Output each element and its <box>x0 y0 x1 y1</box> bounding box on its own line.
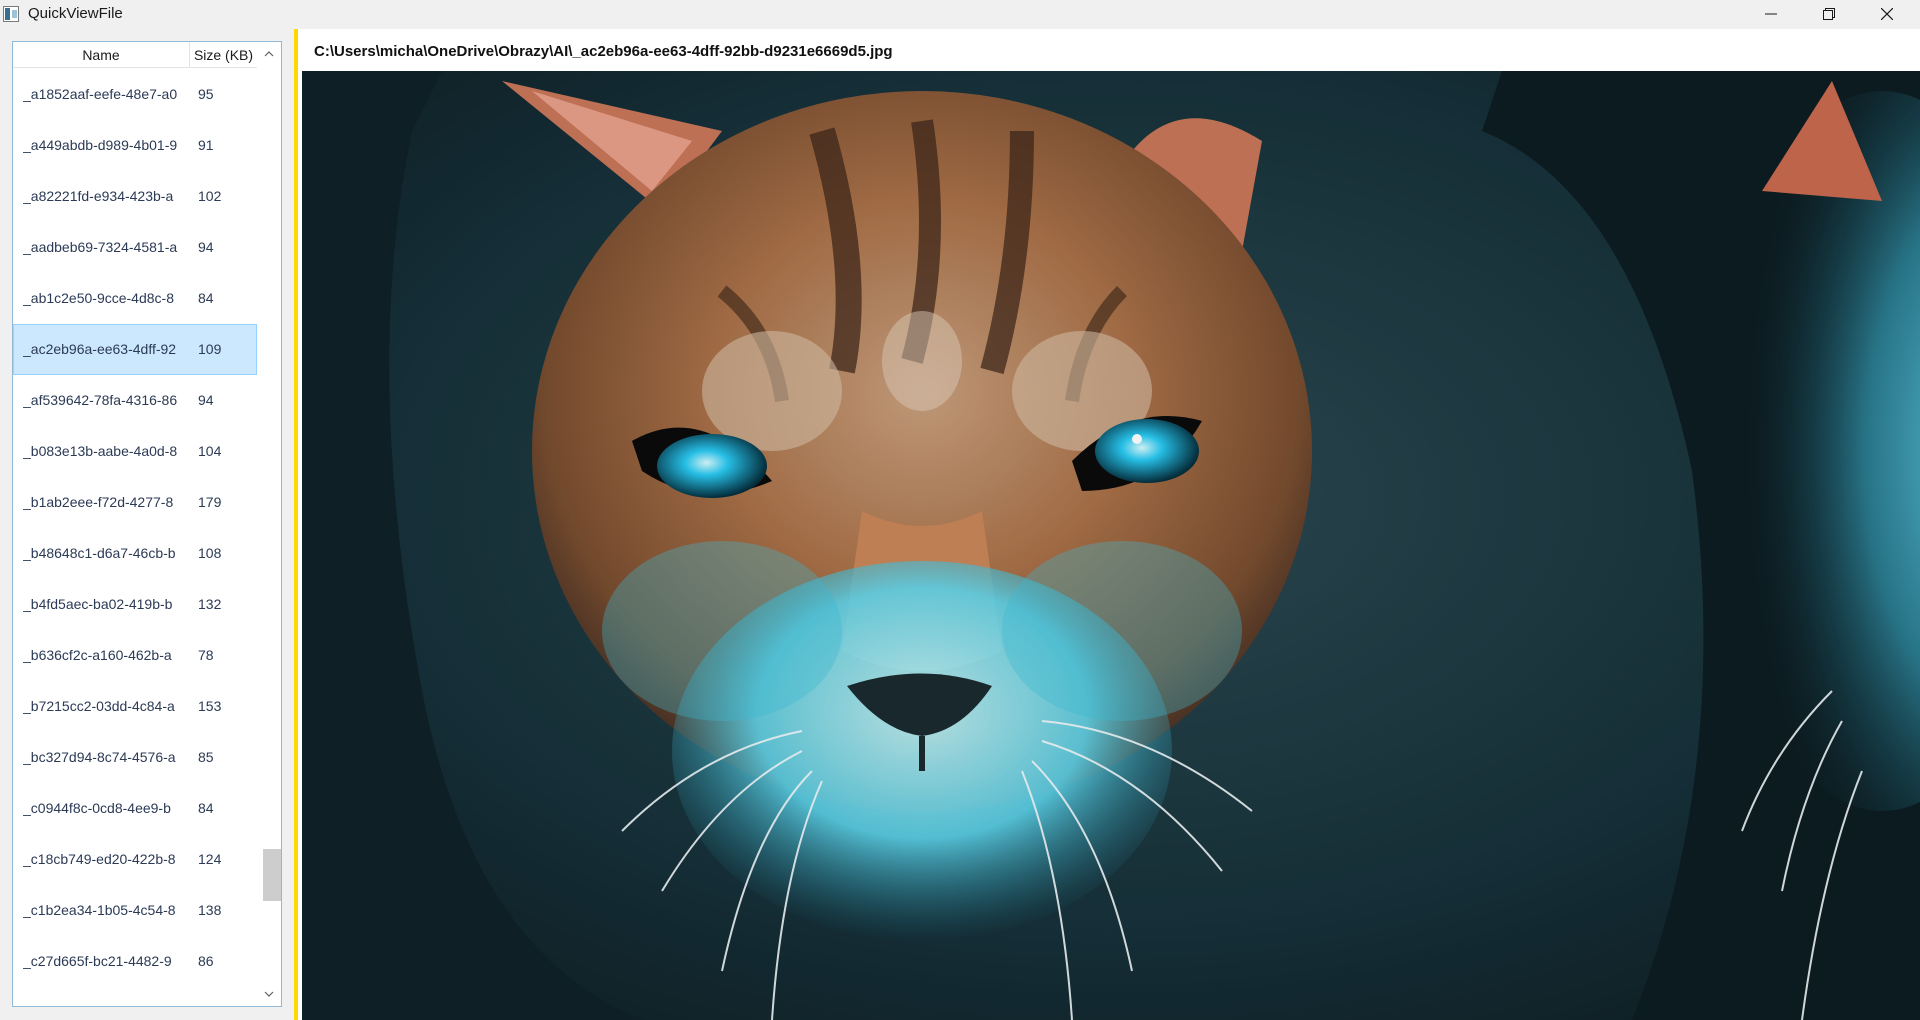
file-path-label: C:\Users\micha\OneDrive\Obrazy\AI\_ac2eb… <box>314 43 893 60</box>
file-size-cell: 153 <box>198 698 222 714</box>
file-name-cell: _a82221fd-e934-423b-a <box>23 188 174 204</box>
file-name-cell: _b636cf2c-a160-462b-a <box>23 647 172 663</box>
file-name-cell: _a1852aaf-eefe-48e7-a0 <box>23 86 178 102</box>
restore-button[interactable] <box>1800 0 1858 29</box>
file-name-cell: _b4fd5aec-ba02-419b-b <box>23 596 173 612</box>
file-name-cell: _c18cb749-ed20-422b-8 <box>23 851 176 867</box>
file-row-selected[interactable]: _ac2eb96a-ee63-4dff-92 109 <box>13 324 257 375</box>
file-size-cell: 84 <box>198 290 214 306</box>
file-row[interactable]: _a1852aaf-eefe-48e7-a0 95 <box>13 69 257 120</box>
file-size-cell: 138 <box>198 902 222 918</box>
file-list-rows: _a1852aaf-eefe-48e7-a0 95 _a449abdb-d989-4… <box>13 69 257 1005</box>
file-size-cell: 91 <box>198 137 214 153</box>
file-size-cell: 104 <box>198 443 222 459</box>
file-name-cell: _aadbeb69-7324-4581-a <box>23 239 178 255</box>
file-size-cell: 102 <box>198 188 222 204</box>
file-row[interactable]: _b1ab2eee-f72d-4277-8 179 <box>13 477 257 528</box>
preview-panel: C:\Users\micha\OneDrive\Obrazy\AI\_ac2eb… <box>298 29 1920 1020</box>
scroll-up-button[interactable] <box>257 42 281 66</box>
file-list[interactable]: Name Size (KB) _a1852aaf-eefe-48e7-a0 95 _… <box>12 41 282 1007</box>
file-row[interactable]: _a82221fd-e934-423b-a 102 <box>13 171 257 222</box>
app-icon <box>3 6 19 22</box>
file-row[interactable]: _ab1c2e50-9cce-4d8c-8 84 <box>13 273 257 324</box>
file-name-cell: _b7215cc2-03dd-4c84-a <box>23 698 175 714</box>
minimize-button[interactable] <box>1742 0 1800 29</box>
file-size-cell: 85 <box>198 749 214 765</box>
image-preview <box>302 71 1920 1020</box>
file-row[interactable]: _bc327d94-8c74-4576-a 85 <box>13 732 257 783</box>
file-size-cell: 84 <box>198 800 214 816</box>
file-name-cell: _ab1c2e50-9cce-4d8c-8 <box>23 290 174 306</box>
scroll-down-button[interactable] <box>257 982 281 1006</box>
file-size-cell: 108 <box>198 545 222 561</box>
file-row[interactable]: _b083e13b-aabe-4a0d-8 104 <box>13 426 257 477</box>
restore-icon <box>1823 8 1835 20</box>
window-title: QuickViewFile <box>28 5 123 22</box>
column-header-name[interactable]: Name <box>13 42 190 68</box>
file-name-cell: _a449abdb-d989-4b01-9 <box>23 137 178 153</box>
file-row[interactable]: _b4fd5aec-ba02-419b-b 132 <box>13 579 257 630</box>
file-name-cell: _b48648c1-d6a7-46cb-b <box>23 545 176 561</box>
file-size-cell: 109 <box>198 341 222 357</box>
file-row[interactable]: _c27d665f-bc21-4482-9 86 <box>13 936 257 987</box>
file-name-cell: _bc327d94-8c74-4576-a <box>23 749 176 765</box>
file-name-cell: _c1b2ea34-1b05-4c54-8 <box>23 902 176 918</box>
file-size-cell: 124 <box>198 851 222 867</box>
file-name-cell: _b083e13b-aabe-4a0d-8 <box>23 443 178 459</box>
chevron-up-icon <box>264 51 274 57</box>
file-row[interactable]: _a449abdb-d989-4b01-9 91 <box>13 120 257 171</box>
file-name-cell: _af539642-78fa-4316-86 <box>23 392 178 408</box>
chevron-down-icon <box>264 991 274 997</box>
file-size-cell: 94 <box>198 239 214 255</box>
file-row[interactable]: _af539642-78fa-4316-86 94 <box>13 375 257 426</box>
close-icon <box>1881 8 1893 20</box>
file-size-cell: 94 <box>198 392 214 408</box>
cat-image <box>302 71 1920 1020</box>
scrollbar-thumb[interactable] <box>263 849 281 901</box>
file-name-cell: _c27d665f-bc21-4482-9 <box>23 953 172 969</box>
file-size-cell: 179 <box>198 494 222 510</box>
file-size-cell: 78 <box>198 647 214 663</box>
file-name-cell: _c0944f8c-0cd8-4ee9-b <box>23 800 171 816</box>
file-row[interactable]: _aadbeb69-7324-4581-a 94 <box>13 222 257 273</box>
column-header-size[interactable]: Size (KB) <box>190 42 257 68</box>
file-row[interactable]: _c1b2ea34-1b05-4c54-8 138 <box>13 885 257 936</box>
file-size-cell: 95 <box>198 86 214 102</box>
minimize-icon <box>1765 13 1777 15</box>
title-bar: QuickViewFile <box>0 0 1920 29</box>
file-row[interactable]: _c18cb749-ed20-422b-8 124 <box>13 834 257 885</box>
file-name-cell: _b1ab2eee-f72d-4277-8 <box>23 494 174 510</box>
file-row[interactable]: _c0944f8c-0cd8-4ee9-b 84 <box>13 783 257 834</box>
file-row[interactable]: _b636cf2c-a160-462b-a 78 <box>13 630 257 681</box>
file-list-header: Name Size (KB) <box>13 42 257 68</box>
file-list-scrollbar[interactable] <box>257 42 281 1006</box>
file-name-cell: _ac2eb96a-ee63-4dff-92 <box>23 341 177 357</box>
file-row[interactable]: _b48648c1-d6a7-46cb-b 108 <box>13 528 257 579</box>
file-size-cell: 132 <box>198 596 222 612</box>
file-size-cell: 86 <box>198 953 214 969</box>
file-row[interactable]: _b7215cc2-03dd-4c84-a 153 <box>13 681 257 732</box>
close-button[interactable] <box>1858 0 1916 29</box>
